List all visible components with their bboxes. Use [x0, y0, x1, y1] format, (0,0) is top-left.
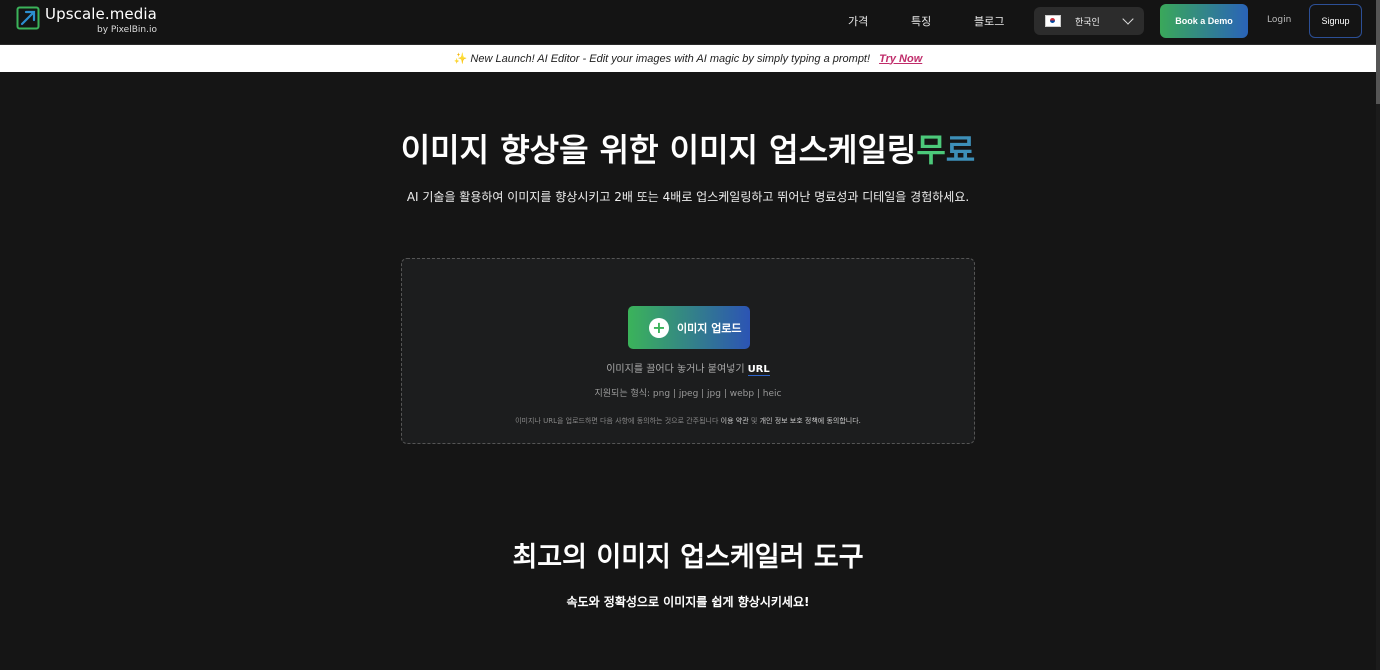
upload-image-button[interactable]: + 이미지 업로드 — [628, 306, 750, 349]
nav-link-blog[interactable]: 블로그 — [974, 13, 1004, 29]
section-subtitle: 속도와 정확성으로 이미지를 쉽게 향상시키세요! — [566, 595, 810, 609]
terms-link[interactable]: 이용 약관 — [721, 417, 749, 425]
drop-text: 이미지를 끌어다 놓거나 붙여넣기 — [606, 364, 745, 375]
logo-name: Upscale.media — [45, 5, 157, 23]
try-now-link[interactable]: Try Now — [879, 53, 922, 65]
hero-title-free-1: 무 — [916, 131, 946, 169]
section-title: 최고의 이미지 업스케일러 도구 — [512, 542, 864, 573]
privacy-link[interactable]: 개인 정보 보호 정책에 동의합니다. — [760, 417, 861, 425]
supported-formats: 지원되는 형식: png | jpeg | jpg | webp | heic — [594, 389, 782, 399]
nav-link-pricing[interactable]: 가격 — [848, 13, 868, 29]
logo-subtitle: by PixelBin.io — [96, 25, 157, 35]
scrollbar[interactable] — [1376, 0, 1380, 670]
hero-subtitle: AI 기술을 활용하여 이미지를 향상시키고 2배 또는 4배로 업스케일링하고… — [406, 190, 970, 204]
scrollbar-thumb[interactable] — [1376, 0, 1380, 104]
nav-link-features[interactable]: 특징 — [911, 13, 931, 29]
url-link[interactable]: URL — [747, 364, 770, 376]
logo[interactable]: Upscale.media by PixelBin.io — [16, 5, 157, 39]
login-link[interactable]: Login — [1267, 15, 1291, 25]
sparkles-icon: ✨ — [453, 52, 468, 65]
signup-button[interactable]: Signup — [1309, 4, 1362, 38]
plus-icon: + — [649, 317, 669, 338]
hero-title-free-2: 료 — [945, 131, 976, 169]
top-navbar: Upscale.media by PixelBin.io 가격 특징 블로그 한… — [0, 0, 1376, 45]
upload-dropzone[interactable]: + 이미지 업로드 이미지를 끌어다 놓거나 붙여넣기 URL 지원되는 형식: … — [401, 258, 975, 444]
language-selector[interactable]: 한국인 — [1034, 7, 1144, 35]
chevron-down-icon — [1122, 13, 1134, 25]
announcement-banner: ✨ New Launch! AI Editor - Edit your imag… — [0, 45, 1376, 72]
banner-text: New Launch! AI Editor - Edit your images… — [470, 52, 871, 65]
language-label: 한국인 — [1075, 17, 1100, 28]
hero-title-text: 이미지 향상을 위한 이미지 업스케일링 — [400, 131, 917, 169]
upscale-arrow-icon — [16, 6, 40, 30]
korea-flag-icon — [1045, 15, 1061, 27]
hero-title: 이미지 향상을 위한 이미지 업스케일링무료 — [0, 130, 1376, 170]
book-demo-button[interactable]: Book a Demo — [1160, 4, 1248, 38]
terms-prefix: 이미지나 URL을 업로드하면 다음 사항에 동의하는 것으로 간주됩니다 — [515, 417, 719, 425]
drop-instructions: 이미지를 끌어다 놓거나 붙여넣기 URL — [402, 360, 974, 376]
terms-notice: 이미지나 URL을 업로드하면 다음 사항에 동의하는 것으로 간주됩니다 이용… — [402, 416, 974, 426]
terms-and: 및 — [750, 417, 758, 425]
upload-button-label: 이미지 업로드 — [677, 321, 742, 335]
